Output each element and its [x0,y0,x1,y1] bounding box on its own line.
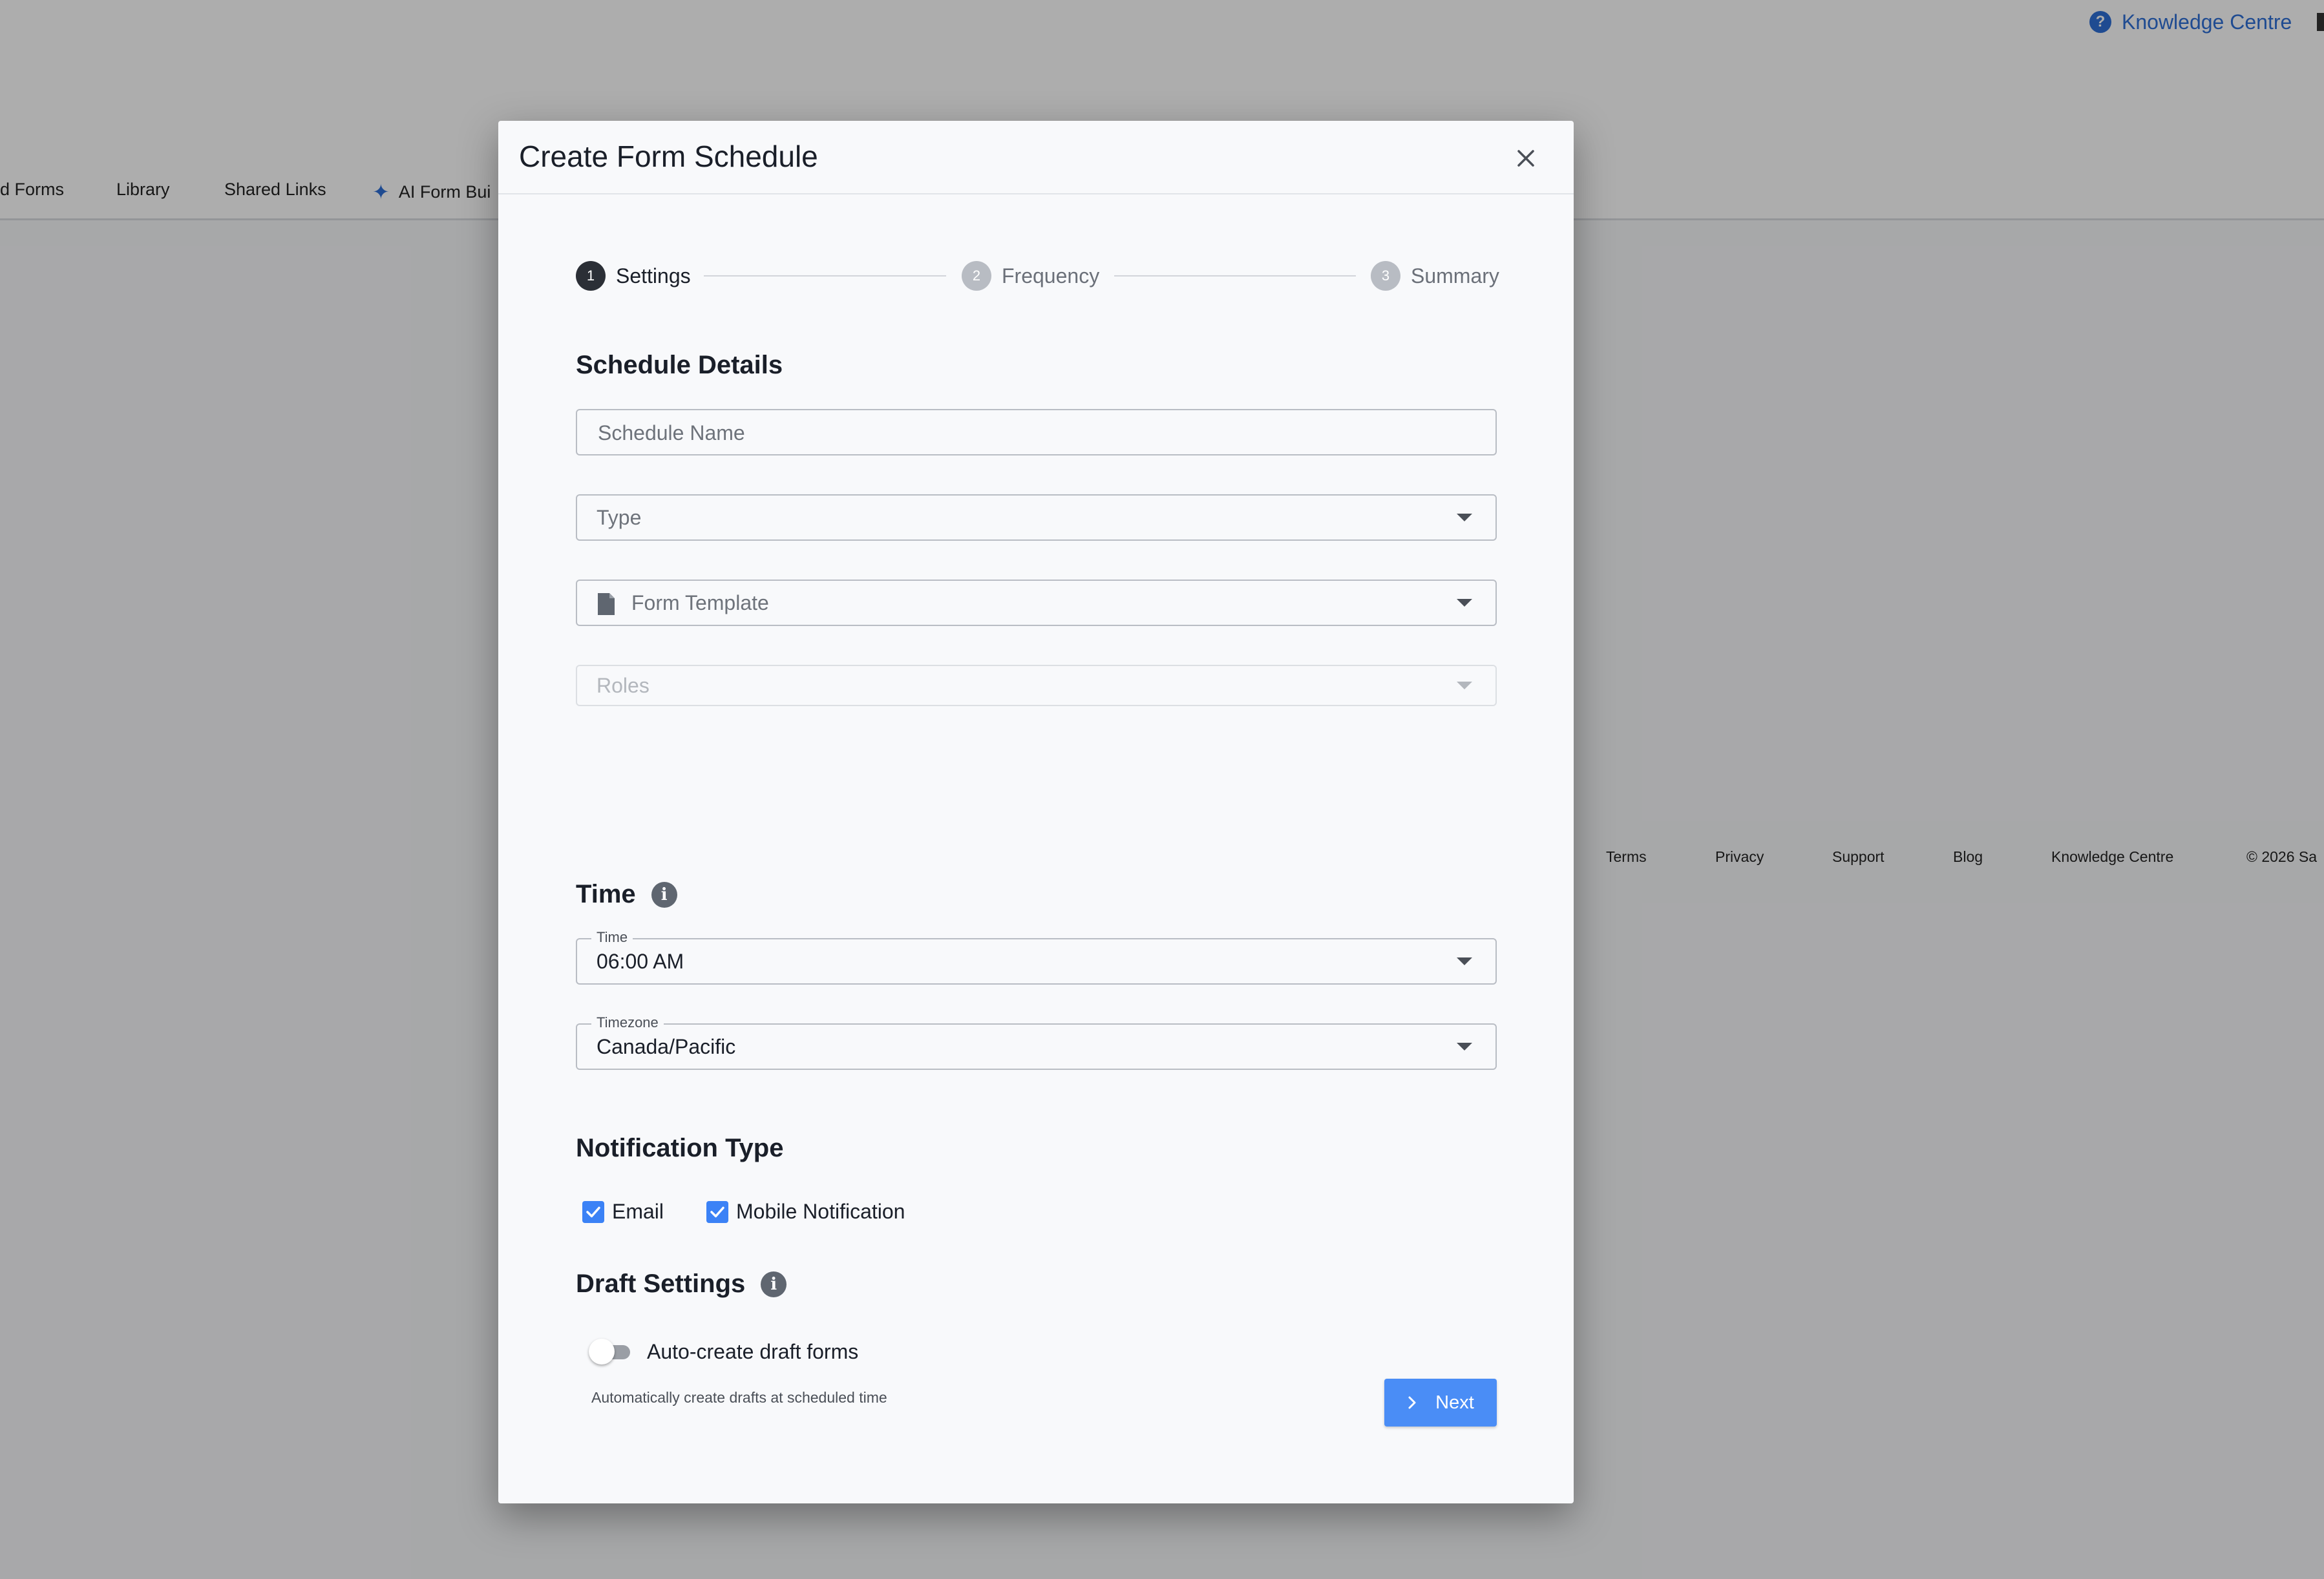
step-frequency[interactable]: 2 Frequency [962,256,1099,295]
dialog-header: Create Form Schedule [498,121,1574,194]
chevron-down-icon [1457,1043,1472,1051]
dialog-title: Create Form Schedule [519,140,818,173]
timezone-select[interactable]: Timezone Canada/Pacific [576,1014,1497,1070]
chevron-down-icon [1457,599,1472,607]
step-connector [704,275,946,277]
close-icon [1517,150,1534,167]
auto-create-drafts-label: Auto-create draft forms [647,1339,859,1363]
timezone-value: Canada/Pacific [597,1034,736,1058]
step-label: Settings [616,264,691,288]
notification-options: Email Mobile Notification [582,1200,905,1224]
draft-helper-text: Automatically create drafts at scheduled… [591,1389,887,1406]
chevron-down-icon [1457,514,1472,521]
auto-create-drafts-toggle[interactable] [589,1339,630,1365]
type-placeholder: Type [597,505,642,529]
toggle-thumb [589,1339,615,1365]
checkbox-checked-icon [706,1200,729,1223]
step-label: Summary [1411,264,1499,288]
next-button[interactable]: Next [1384,1379,1497,1427]
step-settings[interactable]: 1 Settings [576,256,691,295]
time-heading: Time i [576,880,677,909]
auto-create-drafts-row: Auto-create draft forms [589,1339,858,1365]
email-label: Email [612,1200,664,1223]
info-icon[interactable]: i [651,881,677,908]
type-select[interactable]: Type [576,494,1497,541]
form-template-placeholder: Form Template [631,591,769,614]
mobile-notification-checkbox[interactable]: Mobile Notification [706,1200,905,1224]
info-icon[interactable]: i [761,1271,787,1297]
form-template-select[interactable]: Form Template [576,580,1497,626]
roles-select: Roles [576,665,1497,706]
schedule-name-field [576,409,1497,455]
document-icon [598,593,615,615]
roles-placeholder: Roles [597,673,650,697]
close-button[interactable] [1510,143,1541,174]
draft-settings-heading: Draft Settings i [576,1270,787,1299]
schedule-details-heading: Schedule Details [576,351,783,379]
stepper: 1 Settings 2 Frequency 3 Summary [576,256,1499,295]
step-number: 3 [1371,261,1400,291]
checkbox-checked-icon [582,1200,604,1223]
step-number: 2 [962,261,991,291]
chevron-down-icon [1457,682,1472,689]
time-value: 06:00 AM [597,949,684,973]
chevron-down-icon [1457,957,1472,965]
notification-type-heading: Notification Type [576,1134,784,1162]
create-form-schedule-dialog: Create Form Schedule 1 Settings 2 Freque… [498,121,1574,1503]
step-summary[interactable]: 3 Summary [1371,256,1499,295]
mobile-notification-label: Mobile Notification [736,1200,905,1223]
next-label: Next [1435,1392,1474,1413]
chevron-right-icon [1408,1396,1416,1409]
step-number: 1 [576,261,606,291]
email-checkbox[interactable]: Email [582,1200,664,1224]
time-select[interactable]: Time 06:00 AM [576,929,1497,985]
schedule-name-input[interactable] [597,410,1439,455]
step-label: Frequency [1002,264,1100,288]
step-connector [1114,275,1356,277]
